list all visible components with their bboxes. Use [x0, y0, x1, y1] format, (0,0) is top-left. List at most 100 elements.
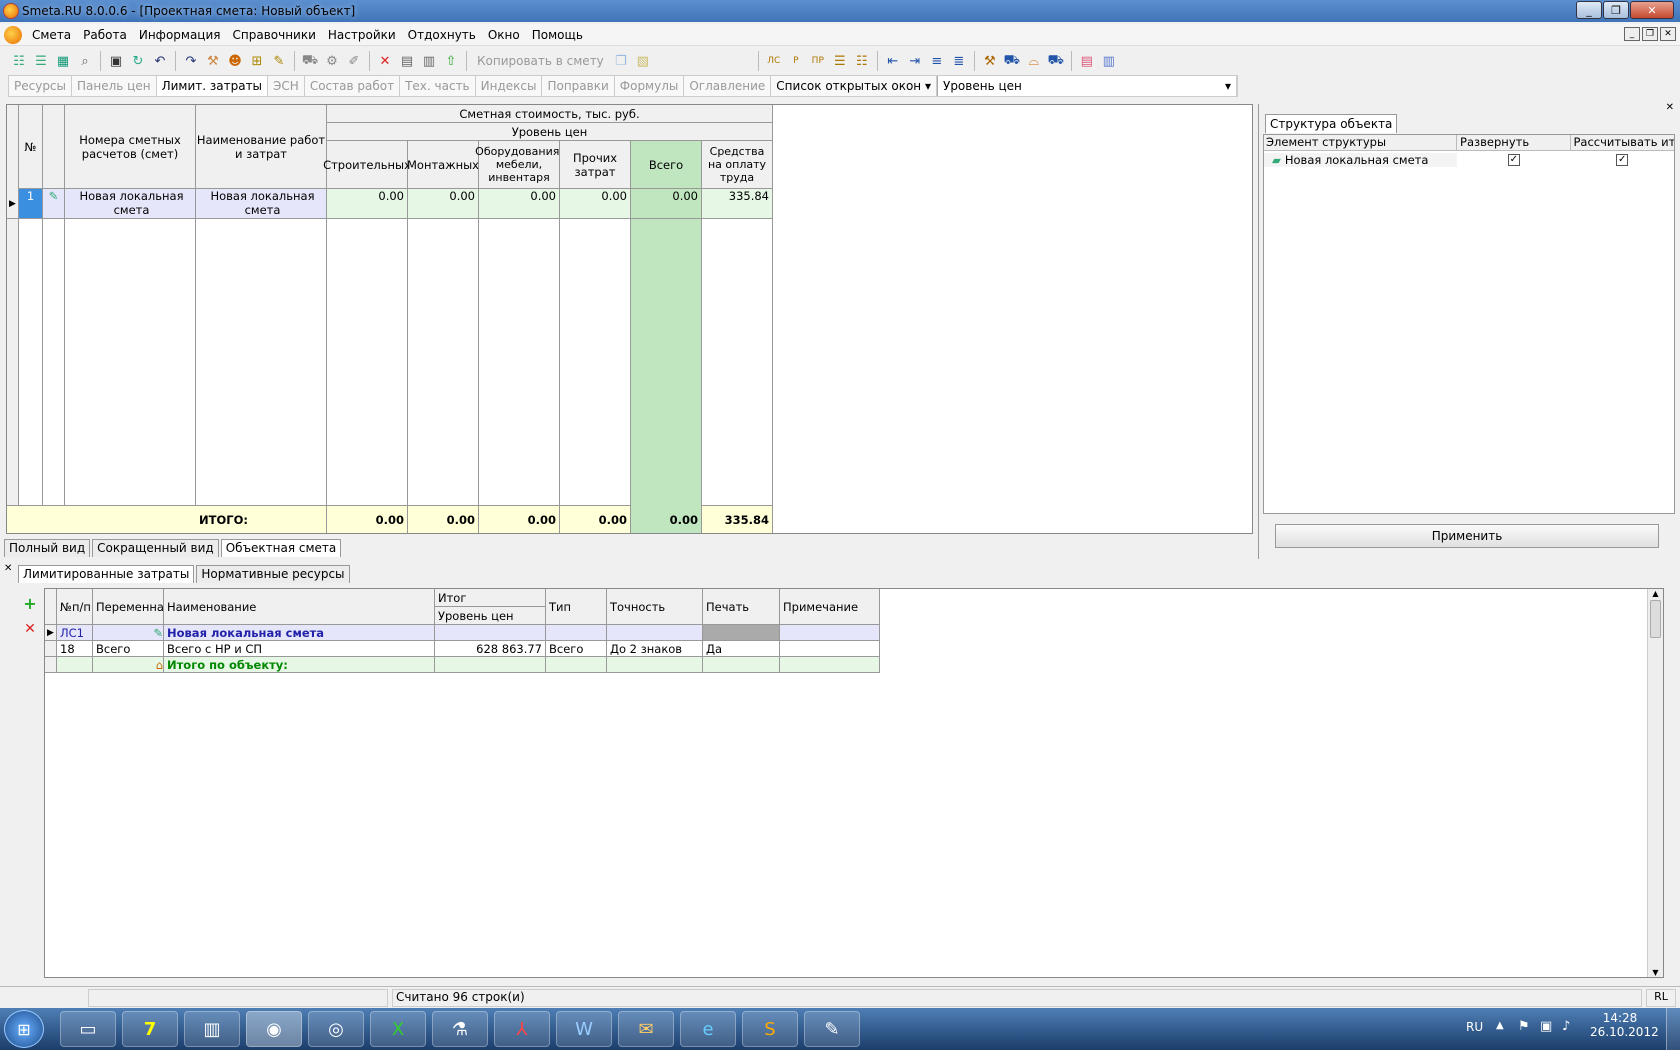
menu-help[interactable]: Помощь — [526, 28, 589, 42]
start-button[interactable]: ⊞ — [4, 1010, 44, 1048]
panel-close-icon[interactable]: ✕ — [1666, 102, 1674, 113]
network-icon[interactable]: ▣ — [1540, 1019, 1552, 1034]
lower-row2-value[interactable]: 628 863.77 — [435, 641, 546, 657]
delete-icon[interactable]: ✕ — [375, 51, 395, 71]
header-no[interactable]: № — [19, 105, 43, 189]
flag-icon[interactable]: ⚑ — [1518, 1019, 1530, 1034]
list2-icon[interactable]: ☷ — [852, 51, 872, 71]
tools-icon[interactable]: ⚒ — [203, 51, 223, 71]
machine-icon[interactable]: ⚙ — [322, 51, 342, 71]
menu-info[interactable]: Информация — [133, 28, 227, 42]
outlook-icon[interactable]: ✉ — [618, 1011, 674, 1047]
scroll-down-icon[interactable]: ▼ — [1648, 968, 1663, 977]
tab-object-structure[interactable]: Структура объекта — [1265, 114, 1398, 133]
worker-icon[interactable]: ☻ — [225, 51, 245, 71]
vehicle-icon[interactable]: ⛟ — [1046, 51, 1066, 71]
structure-row[interactable]: ▰ Новая локальная смета ✓ ✓ — [1264, 151, 1674, 168]
r-icon[interactable]: Р — [786, 51, 806, 71]
tab-limit-costs[interactable]: Лимит. затраты — [156, 76, 269, 96]
header-element[interactable]: Элемент структуры — [1264, 135, 1458, 150]
excel-task-icon[interactable]: X — [370, 1011, 426, 1047]
header-itog[interactable]: Итог — [435, 589, 546, 607]
tab-tech-part[interactable]: Тех. часть — [400, 76, 476, 96]
row-other[interactable]: 0.00 — [560, 189, 631, 219]
delete-row-icon[interactable]: ✕ — [18, 621, 42, 637]
lc-icon[interactable]: ЛС — [764, 51, 784, 71]
menu-settings[interactable]: Настройки — [322, 28, 402, 42]
align-icon[interactable]: ≡ — [927, 51, 947, 71]
app-icon-2[interactable]: ⚗ — [432, 1011, 488, 1047]
mdi-restore-button[interactable]: ❐ — [1642, 27, 1658, 41]
tree-icon[interactable]: ☷ — [9, 51, 29, 71]
header-expand[interactable]: Развернуть — [1457, 135, 1571, 150]
tab-work-composition[interactable]: Состав работ — [305, 76, 401, 96]
books2-icon[interactable]: ▥ — [1099, 51, 1119, 71]
refresh-icon[interactable]: ↻ — [128, 51, 148, 71]
row-numbers[interactable]: Новая локальная смета — [65, 189, 196, 219]
open-windows-dropdown[interactable]: Список открытых окон ▾ — [771, 76, 937, 96]
skype-icon[interactable]: S — [742, 1011, 798, 1047]
arrow-up-icon[interactable]: ⇧ — [441, 51, 461, 71]
header-calculate[interactable]: Рассчитывать ит... — [1571, 135, 1675, 150]
doc-icon[interactable] — [4, 25, 22, 44]
tab-corrections[interactable]: Поправки — [542, 76, 615, 96]
copy-to-estimate-button[interactable]: Копировать в смету — [471, 54, 610, 68]
word-icon[interactable]: W — [556, 1011, 612, 1047]
menu-rabota[interactable]: Работа — [77, 28, 133, 42]
calculate-checkbox[interactable]: ✓ — [1616, 153, 1629, 166]
helmet-icon[interactable]: ⌓ — [1024, 51, 1044, 71]
list-icon[interactable]: ☰ — [830, 51, 850, 71]
paste-icon[interactable]: ▧ — [633, 51, 653, 71]
header-total[interactable]: Всего — [631, 141, 702, 189]
header-lower-level[interactable]: Уровень цен — [435, 607, 546, 625]
tab-indexes[interactable]: Индексы — [476, 76, 543, 96]
tab-short-view[interactable]: Сокращенный вид — [92, 539, 219, 557]
header-construction[interactable]: Строительных — [323, 141, 411, 189]
align2-icon[interactable]: ≣ — [949, 51, 969, 71]
car-icon[interactable]: ⛟ — [1002, 51, 1022, 71]
mdi-close-button[interactable]: ✕ — [1660, 27, 1676, 41]
7zip-icon[interactable]: 7 — [122, 1011, 178, 1047]
comment-icon[interactable]: ✎ — [269, 51, 289, 71]
show-desktop-button[interactable] — [1666, 1008, 1680, 1050]
header-precision[interactable]: Точность — [607, 589, 703, 625]
tree-add-icon[interactable]: ☰ — [31, 51, 51, 71]
tray-lang[interactable]: RU — [1466, 1020, 1483, 1034]
scroll-thumb[interactable] — [1650, 600, 1661, 638]
row-name[interactable]: Новая локальная смета — [196, 189, 327, 219]
row-equipment[interactable]: 0.00 — [479, 189, 560, 219]
search-icon[interactable]: ⌕ — [75, 51, 95, 71]
header-other[interactable]: Прочих затрат — [560, 141, 631, 189]
restore-button[interactable]: ❐ — [1603, 1, 1629, 19]
lower-row1-name[interactable]: Новая локальная смета — [164, 625, 435, 641]
manager-icon[interactable]: ▥ — [184, 1011, 240, 1047]
save-icon[interactable]: ▣ — [106, 51, 126, 71]
menu-smeta[interactable]: Смета — [26, 28, 77, 42]
header-type[interactable]: Тип — [546, 589, 607, 625]
calc-icon[interactable]: ▤ — [397, 51, 417, 71]
close-button[interactable]: ✕ — [1630, 1, 1674, 19]
hammer-icon[interactable]: ⚒ — [980, 51, 1000, 71]
row-total[interactable]: 0.00 — [631, 189, 702, 219]
bottom-close-icon[interactable]: ✕ — [4, 563, 12, 574]
row-number[interactable]: 1 — [19, 189, 43, 219]
header-lower-name[interactable]: Наименование — [164, 589, 435, 625]
header-np[interactable]: №п/п — [57, 589, 93, 625]
minimize-button[interactable]: _ — [1576, 1, 1602, 19]
tab-contents[interactable]: Оглавление — [684, 76, 772, 96]
ie-icon[interactable]: e — [680, 1011, 736, 1047]
outdent-icon[interactable]: ⇥ — [905, 51, 925, 71]
structure-icon[interactable]: ⊞ — [247, 51, 267, 71]
price-level-combo[interactable]: Уровень цен ▾ — [937, 76, 1237, 96]
header-wages[interactable]: Средства на оплату труда — [702, 141, 773, 189]
books-icon[interactable]: ▤ — [1077, 51, 1097, 71]
header-installation[interactable]: Монтажных — [407, 141, 479, 189]
scroll-up-icon[interactable]: ▲ — [1648, 589, 1663, 598]
header-variable[interactable]: Переменная — [93, 589, 171, 625]
header-numbers[interactable]: Номера сметных расчетов (смет) — [65, 105, 196, 189]
tab-esn[interactable]: ЭСН — [268, 76, 305, 96]
undo-icon[interactable]: ↶ — [150, 51, 170, 71]
menu-reference[interactable]: Справочники — [227, 28, 322, 42]
header-print[interactable]: Печать — [703, 589, 780, 625]
lower-row2-var[interactable]: Всего — [93, 641, 164, 657]
